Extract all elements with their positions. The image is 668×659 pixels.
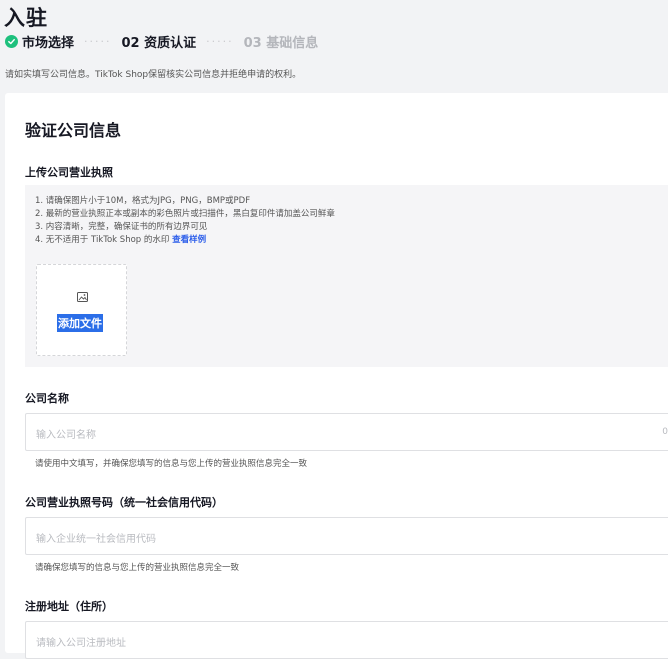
requirement-item: 1. 请确保图片小于10M，格式为JPG，PNG，BMP或PDF xyxy=(35,196,251,206)
requirement-item: 4. 无不适用于 TikTok Shop 的水印 查看样例 xyxy=(35,234,335,247)
page-title: 入驻 xyxy=(4,6,48,30)
address-input[interactable]: 请输入公司注册地址 xyxy=(25,621,668,659)
company-name-input[interactable]: 输入公司名称 0 xyxy=(25,413,668,451)
notice-text: 请如实填写公司信息。TikTok Shop保留核实公司信息并拒绝申请的权利。 xyxy=(5,70,302,80)
char-counter: 0 xyxy=(662,427,668,437)
check-circle-icon xyxy=(5,35,18,48)
license-upload-label: 上传公司营业执照 xyxy=(25,166,113,179)
image-icon xyxy=(77,292,88,302)
card-title: 验证公司信息 xyxy=(25,121,122,140)
add-file-button[interactable]: 添加文件 xyxy=(36,264,127,356)
license-number-label: 公司营业执照号码（统一社会信用代码） xyxy=(25,496,223,509)
view-sample-link[interactable]: 查看样例 xyxy=(172,235,206,245)
step-separator: ····· xyxy=(84,35,112,48)
stepper: 市场选择 ····· 02 资质认证 ····· 03 基础信息 xyxy=(5,32,318,51)
step-basic-info: 03 基础信息 xyxy=(243,36,319,51)
requirements-list: 1. 请确保图片小于10M，格式为JPG，PNG，BMP或PDF 2. 最新的营… xyxy=(35,195,335,247)
requirement-item: 2. 最新的营业执照正本或副本的彩色照片或扫描件，黑白复印件请加盖公司鲜章 xyxy=(35,209,335,219)
address-label: 注册地址（住所） xyxy=(25,600,113,613)
add-file-label: 添加文件 xyxy=(57,314,103,332)
company-name-placeholder: 输入公司名称 xyxy=(36,430,96,441)
requirement-item: 3. 内容清晰，完整，确保证书的所有边界可见 xyxy=(35,222,208,232)
license-number-input[interactable]: 输入企业统一社会信用代码 xyxy=(25,517,668,555)
address-placeholder: 请输入公司注册地址 xyxy=(36,638,126,649)
license-number-hint: 请确保您填写的信息与您上传的营业执照信息完全一致 xyxy=(35,563,240,573)
step-separator: ····· xyxy=(206,35,234,48)
upload-panel: 1. 请确保图片小于10M，格式为JPG，PNG，BMP或PDF 2. 最新的营… xyxy=(25,185,668,367)
company-name-hint: 请使用中文填写，并确保您填写的信息与您上传的营业执照信息完全一致 xyxy=(35,459,308,469)
license-number-placeholder: 输入企业统一社会信用代码 xyxy=(36,534,156,545)
step-qualification: 02 资质认证 xyxy=(121,36,197,51)
step-market-selection[interactable]: 市场选择 xyxy=(22,32,74,51)
company-verification-card: 验证公司信息 上传公司营业执照 1. 请确保图片小于10M，格式为JPG，PNG… xyxy=(5,93,668,659)
company-name-label: 公司名称 xyxy=(25,392,69,405)
requirement-text: 4. 无不适用于 TikTok Shop 的水印 xyxy=(35,235,170,245)
